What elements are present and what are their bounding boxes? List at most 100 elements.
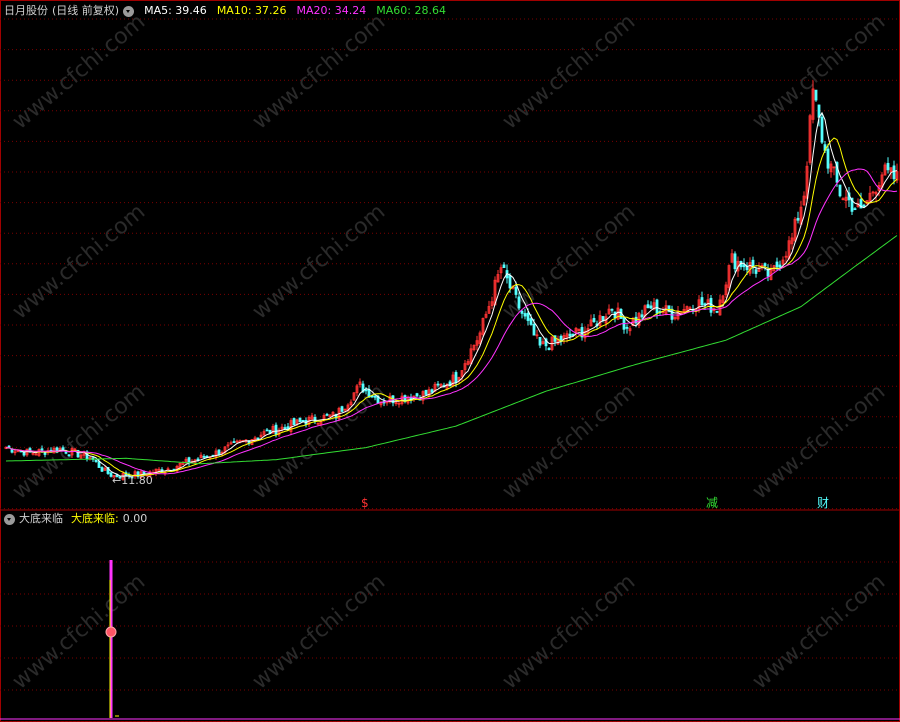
candle-body bbox=[529, 318, 533, 325]
candle-body bbox=[94, 460, 98, 462]
candle-body bbox=[610, 308, 614, 311]
watermark-text: www.cfchi.com bbox=[8, 199, 150, 324]
candle-body bbox=[502, 264, 506, 269]
ma-legend: MA5: 39.46 MA10: 37.26 MA20: 34.24 MA60: 28… bbox=[138, 3, 446, 19]
ma-legend-item: MA20: 34.24 bbox=[296, 4, 367, 17]
candle-body bbox=[508, 275, 512, 289]
candle-body bbox=[733, 253, 737, 270]
candle-body bbox=[325, 413, 329, 416]
candle-body bbox=[778, 264, 782, 268]
candle-body bbox=[892, 165, 896, 180]
main-panel-header: 日月股份 (日线 前复权) MA5: 39.46 MA10: 37.26 MA20:… bbox=[4, 3, 446, 19]
candle-body bbox=[424, 389, 428, 395]
indicator-collapse-button[interactable] bbox=[4, 513, 15, 525]
candle-body bbox=[646, 304, 650, 309]
candle-body bbox=[649, 305, 653, 309]
candle-body bbox=[775, 261, 779, 268]
candle-body bbox=[454, 372, 458, 384]
candle-body bbox=[820, 116, 824, 143]
candle-body bbox=[373, 395, 377, 398]
candle-body bbox=[625, 326, 629, 329]
watermark-text: www.cfchi.com bbox=[8, 569, 150, 694]
indicator-value: 0.00 bbox=[122, 512, 148, 525]
ma-legend-item: MA5: 39.46 bbox=[144, 4, 207, 17]
ma-legend-item: MA10: 37.26 bbox=[216, 4, 287, 17]
candle-body bbox=[742, 264, 746, 268]
stock-chart-window: www.cfchi.com www.cfchi.com www.cfchi.com w… bbox=[0, 0, 900, 722]
watermark-text: www.cfchi.com bbox=[248, 199, 390, 324]
indicator-name: 大底来临 bbox=[19, 512, 63, 525]
candle-body bbox=[853, 208, 857, 211]
candle-body bbox=[709, 297, 713, 313]
event-marker: 减 bbox=[706, 496, 718, 510]
candle-body bbox=[640, 314, 644, 318]
candle-body bbox=[523, 313, 527, 317]
candle-body bbox=[547, 347, 551, 350]
candle-body bbox=[592, 318, 596, 323]
candle-body bbox=[217, 449, 221, 456]
candle-body bbox=[532, 323, 536, 336]
candle-body bbox=[754, 269, 758, 274]
candle-body bbox=[100, 467, 104, 472]
candle-body bbox=[514, 286, 518, 295]
candle-body bbox=[568, 333, 572, 337]
candle-body bbox=[700, 297, 704, 306]
candle-body bbox=[265, 429, 269, 432]
candle-body bbox=[670, 308, 674, 320]
candle-body bbox=[283, 427, 287, 429]
candle-body bbox=[763, 263, 767, 267]
candle-body bbox=[538, 336, 542, 346]
period-label: (日线 前复权) bbox=[52, 4, 120, 17]
watermark-text: www.cfchi.com bbox=[248, 569, 390, 694]
watermark-text: www.cfchi.com bbox=[748, 199, 890, 324]
candle-body bbox=[256, 437, 260, 440]
candle-body bbox=[61, 447, 65, 451]
signal-marker bbox=[105, 626, 117, 638]
candles bbox=[4, 80, 899, 481]
candle-body bbox=[340, 406, 344, 412]
watermark-text: www.cfchi.com bbox=[248, 9, 390, 134]
indicator-panel-header: 大底来临 大底来临: 0.00 bbox=[4, 511, 147, 527]
candle-body bbox=[745, 266, 749, 271]
candle-body bbox=[274, 424, 278, 435]
candle-body bbox=[67, 454, 71, 457]
candle-body bbox=[364, 389, 368, 392]
candle-body bbox=[202, 455, 206, 458]
indicator-value-label: 大底来临: bbox=[71, 512, 119, 525]
candle-body bbox=[838, 184, 842, 197]
candle-body bbox=[520, 310, 524, 314]
candle-body bbox=[196, 458, 200, 461]
candle-body bbox=[313, 417, 317, 422]
ma-legend-item: MA60: 28.64 bbox=[376, 4, 446, 17]
candle-body bbox=[298, 417, 302, 423]
watermark-text: www.cfchi.com bbox=[748, 379, 890, 504]
candle-body bbox=[232, 441, 236, 444]
watermark-text: www.cfchi.com bbox=[748, 569, 890, 694]
candle-body bbox=[292, 418, 296, 426]
event-marker: $ bbox=[361, 496, 369, 510]
ma60-line bbox=[5, 235, 898, 465]
candle-body bbox=[436, 383, 440, 386]
main-collapse-button[interactable] bbox=[123, 5, 135, 17]
candle-body bbox=[526, 312, 530, 321]
candle-body bbox=[655, 299, 659, 314]
stock-title: 日月股份 bbox=[4, 4, 48, 17]
candle-body bbox=[796, 217, 800, 221]
candle-body bbox=[97, 461, 101, 468]
watermark-text: www.cfchi.com bbox=[498, 9, 640, 134]
candle-body bbox=[862, 204, 866, 207]
candle-body bbox=[814, 89, 818, 101]
event-marker: 财 bbox=[817, 496, 829, 510]
candle-body bbox=[430, 389, 434, 393]
candle-body bbox=[886, 162, 890, 171]
watermark-text: www.cfchi.com bbox=[498, 569, 640, 694]
watermark-text: www.cfchi.com bbox=[498, 379, 640, 504]
candle-body bbox=[40, 448, 44, 451]
low-price-marker: ←11.80 bbox=[112, 474, 153, 487]
candle-body bbox=[415, 393, 419, 397]
candle-body bbox=[517, 296, 521, 309]
chart-canvas: www.cfchi.com www.cfchi.com www.cfchi.com w… bbox=[0, 0, 900, 722]
candle-body bbox=[826, 148, 830, 169]
watermark-text: www.cfchi.com bbox=[8, 9, 150, 134]
candle-body bbox=[817, 104, 821, 118]
